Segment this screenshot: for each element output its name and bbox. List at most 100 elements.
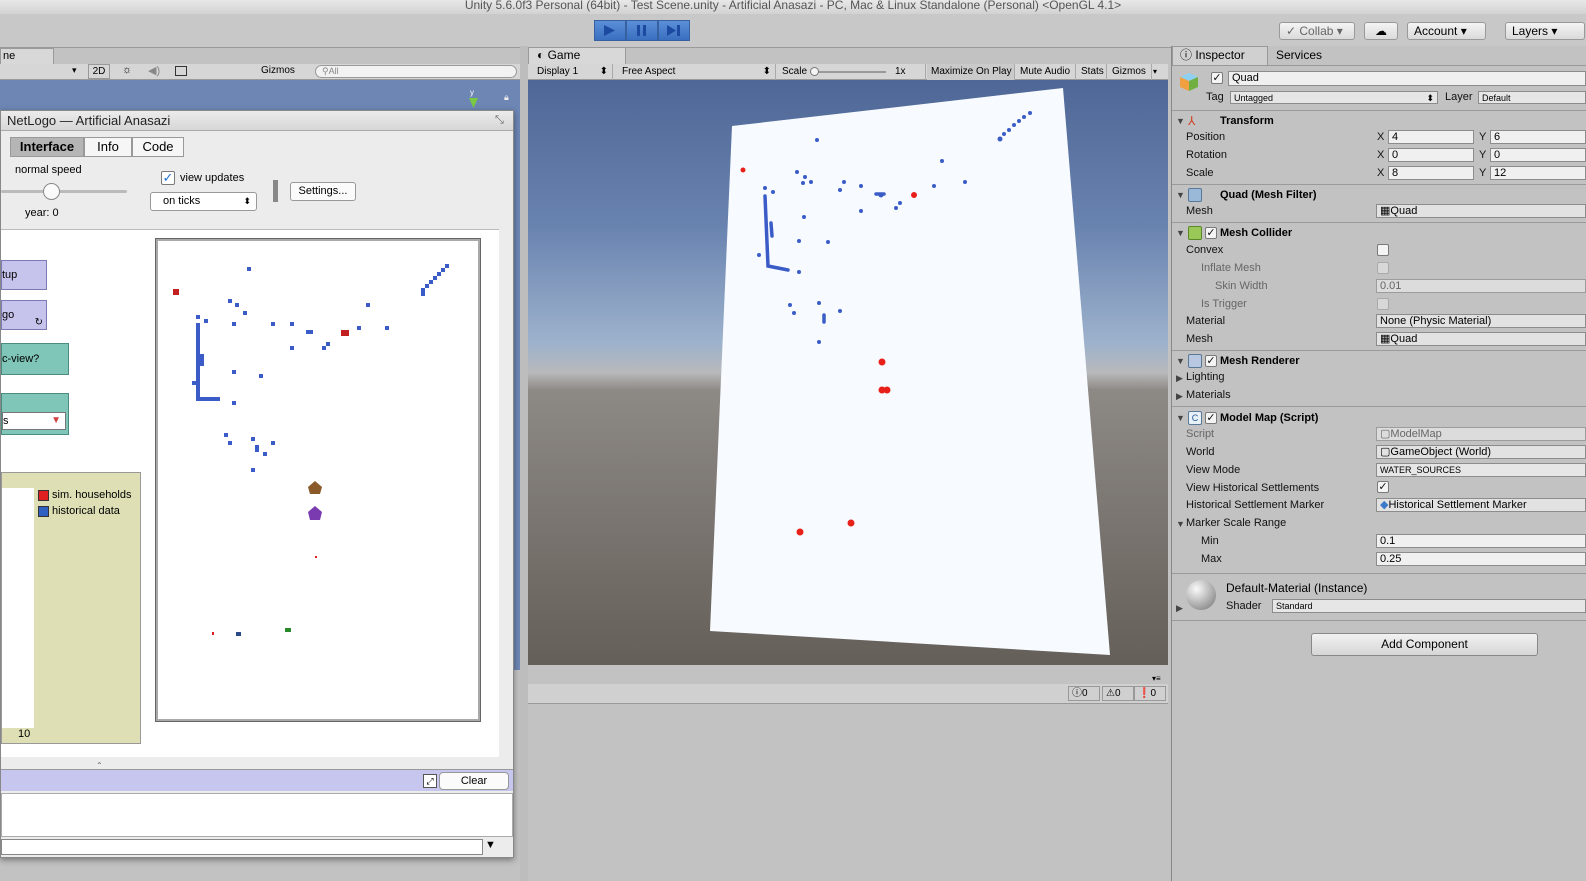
- warning-count-toggle[interactable]: ⚠0: [1102, 686, 1134, 701]
- water-source: [192, 381, 196, 385]
- update-mode-select[interactable]: on ticks ⬍: [150, 192, 257, 211]
- script-enabled-checkbox[interactable]: ✓: [1205, 412, 1217, 424]
- scene-tab[interactable]: ne: [0, 48, 54, 64]
- game-tab[interactable]: ◐ Game: [528, 47, 626, 64]
- marker-field[interactable]: ◆Historical Settlement Marker: [1376, 498, 1586, 512]
- lock-icon[interactable]: 🔒︎: [504, 92, 509, 103]
- collider-mesh-field[interactable]: ▦Quad: [1376, 332, 1586, 346]
- layer-select[interactable]: Default: [1478, 91, 1586, 104]
- is-trigger-checkbox[interactable]: [1377, 298, 1389, 310]
- inflate-mesh-checkbox[interactable]: [1377, 262, 1389, 274]
- services-tab[interactable]: Services: [1276, 47, 1322, 65]
- skin-width-field[interactable]: 0.01: [1376, 279, 1586, 293]
- game-view[interactable]: [528, 80, 1168, 665]
- maximize-on-play-toggle[interactable]: Maximize On Play: [927, 64, 1015, 80]
- shader-select[interactable]: Standard: [1272, 599, 1586, 613]
- scale-x-field[interactable]: 8: [1388, 166, 1474, 180]
- scene-gizmo-icon[interactable]: y: [464, 88, 484, 110]
- water-source: [433, 276, 437, 280]
- tab-info[interactable]: Info: [84, 137, 132, 157]
- foldout-arrow-icon[interactable]: ▼: [1176, 413, 1185, 423]
- foldout-arrow-icon[interactable]: ▶: [1176, 373, 1183, 384]
- position-y-field[interactable]: 6: [1490, 130, 1586, 144]
- tag-select[interactable]: Untagged ⬍: [1230, 91, 1438, 104]
- collab-button[interactable]: ✓ Collab ▾: [1279, 22, 1355, 40]
- physic-material-field[interactable]: None (Physic Material): [1376, 314, 1586, 328]
- display-select[interactable]: Display 1 ⬍: [533, 64, 613, 80]
- mute-audio-toggle[interactable]: Mute Audio: [1016, 64, 1076, 80]
- tab-interface[interactable]: Interface: [10, 137, 84, 157]
- cloud-button[interactable]: ☁: [1364, 22, 1398, 40]
- lighting-icon[interactable]: ☼: [122, 64, 132, 76]
- active-checkbox[interactable]: ✓: [1211, 72, 1223, 84]
- foldout-arrow-icon[interactable]: ▼: [1176, 116, 1185, 126]
- chooser[interactable]: s ▼: [1, 393, 69, 435]
- scale-slider-knob[interactable]: [810, 67, 819, 76]
- effects-icon[interactable]: [175, 66, 187, 76]
- pause-button[interactable]: [626, 20, 658, 41]
- command-center-bar: ⤢ Clear: [1, 769, 513, 791]
- foldout-arrow-icon[interactable]: ▼: [1176, 190, 1185, 200]
- game-gizmos-toggle[interactable]: Gizmos: [1108, 64, 1152, 80]
- 2d-toggle[interactable]: 2D: [88, 64, 110, 79]
- layers-button[interactable]: Layers ▾: [1505, 22, 1585, 40]
- settings-button[interactable]: Settings...: [290, 182, 356, 201]
- step-button[interactable]: [658, 20, 690, 41]
- netlogo-world-view[interactable]: [155, 238, 481, 722]
- play-button[interactable]: [594, 20, 626, 41]
- scale-y-field[interactable]: 12: [1490, 166, 1586, 180]
- foldout-arrow-icon[interactable]: ▼: [1176, 356, 1185, 366]
- water-source: [263, 452, 267, 456]
- convex-checkbox[interactable]: [1377, 244, 1389, 256]
- panel-menu-icon[interactable]: ▾≡: [1152, 674, 1161, 683]
- setup-button[interactable]: tup: [1, 260, 47, 290]
- chooser-value[interactable]: s ▼: [2, 412, 66, 430]
- view-updates-checkbox[interactable]: ✓: [161, 171, 175, 185]
- scene-gizmos-button[interactable]: Gizmos: [261, 65, 295, 76]
- script-field[interactable]: ▢ModelMap: [1376, 427, 1586, 441]
- rotation-x-field[interactable]: 0: [1388, 148, 1474, 162]
- speed-slider-knob[interactable]: [43, 183, 60, 200]
- foldout-arrow-icon[interactable]: ▼: [1176, 519, 1185, 529]
- inspector-tab[interactable]: ⓘ Inspector: [1180, 47, 1245, 65]
- foldout-arrow-icon[interactable]: ▼: [1176, 228, 1185, 238]
- clear-button[interactable]: Clear: [439, 772, 509, 790]
- speed-slider[interactable]: [1, 190, 127, 193]
- min-field[interactable]: 0.1: [1376, 534, 1586, 548]
- dropdown-arrow-icon[interactable]: ▾: [1153, 64, 1157, 79]
- foldout-arrow-icon[interactable]: ▶: [1176, 391, 1183, 402]
- go-button[interactable]: go ↻: [1, 300, 47, 330]
- lighting-foldout[interactable]: Lighting: [1186, 371, 1225, 383]
- mesh-field[interactable]: ▦Quad: [1376, 204, 1586, 218]
- view-switch[interactable]: c-view?: [1, 343, 69, 375]
- dropdown-arrow-icon[interactable]: ▾: [72, 65, 77, 76]
- stats-toggle[interactable]: Stats: [1077, 64, 1107, 80]
- audio-icon[interactable]: ◀): [148, 64, 160, 77]
- resize-icon[interactable]: ⤡: [495, 114, 504, 127]
- add-component-button[interactable]: Add Component: [1311, 633, 1538, 656]
- command-input[interactable]: [1, 839, 483, 855]
- position-x-field[interactable]: 4: [1388, 130, 1474, 144]
- mesh-collider-enabled-checkbox[interactable]: ✓: [1205, 227, 1217, 239]
- max-field[interactable]: 0.25: [1376, 552, 1586, 566]
- scale-control[interactable]: Scale 1x: [778, 64, 926, 80]
- object-name-field[interactable]: Quad: [1228, 71, 1586, 86]
- foldout-arrow-icon[interactable]: ▶: [1176, 603, 1183, 614]
- world-field[interactable]: ▢GameObject (World): [1376, 445, 1586, 459]
- rotation-y-field[interactable]: 0: [1490, 148, 1586, 162]
- error-count-toggle[interactable]: ❗0: [1134, 686, 1166, 701]
- account-button[interactable]: Account ▾: [1407, 22, 1486, 40]
- panel-splitter[interactable]: [520, 46, 528, 881]
- log-count-toggle[interactable]: ⓘ0: [1068, 686, 1100, 701]
- materials-foldout[interactable]: Materials: [1186, 389, 1231, 401]
- history-dropdown-icon[interactable]: ▼: [485, 839, 496, 851]
- aspect-select[interactable]: Free Aspect ⬍: [618, 64, 776, 80]
- tab-code[interactable]: Code: [132, 137, 184, 157]
- water-marker: [826, 240, 830, 244]
- view-historical-checkbox[interactable]: ✓: [1377, 481, 1389, 493]
- mesh-renderer-enabled-checkbox[interactable]: ✓: [1205, 355, 1217, 367]
- scale-slider[interactable]: [810, 71, 886, 73]
- view-mode-select[interactable]: WATER_SOURCES: [1376, 463, 1586, 477]
- scene-search-input[interactable]: ⚲All: [315, 65, 517, 78]
- expand-icon[interactable]: ⤢: [423, 774, 437, 788]
